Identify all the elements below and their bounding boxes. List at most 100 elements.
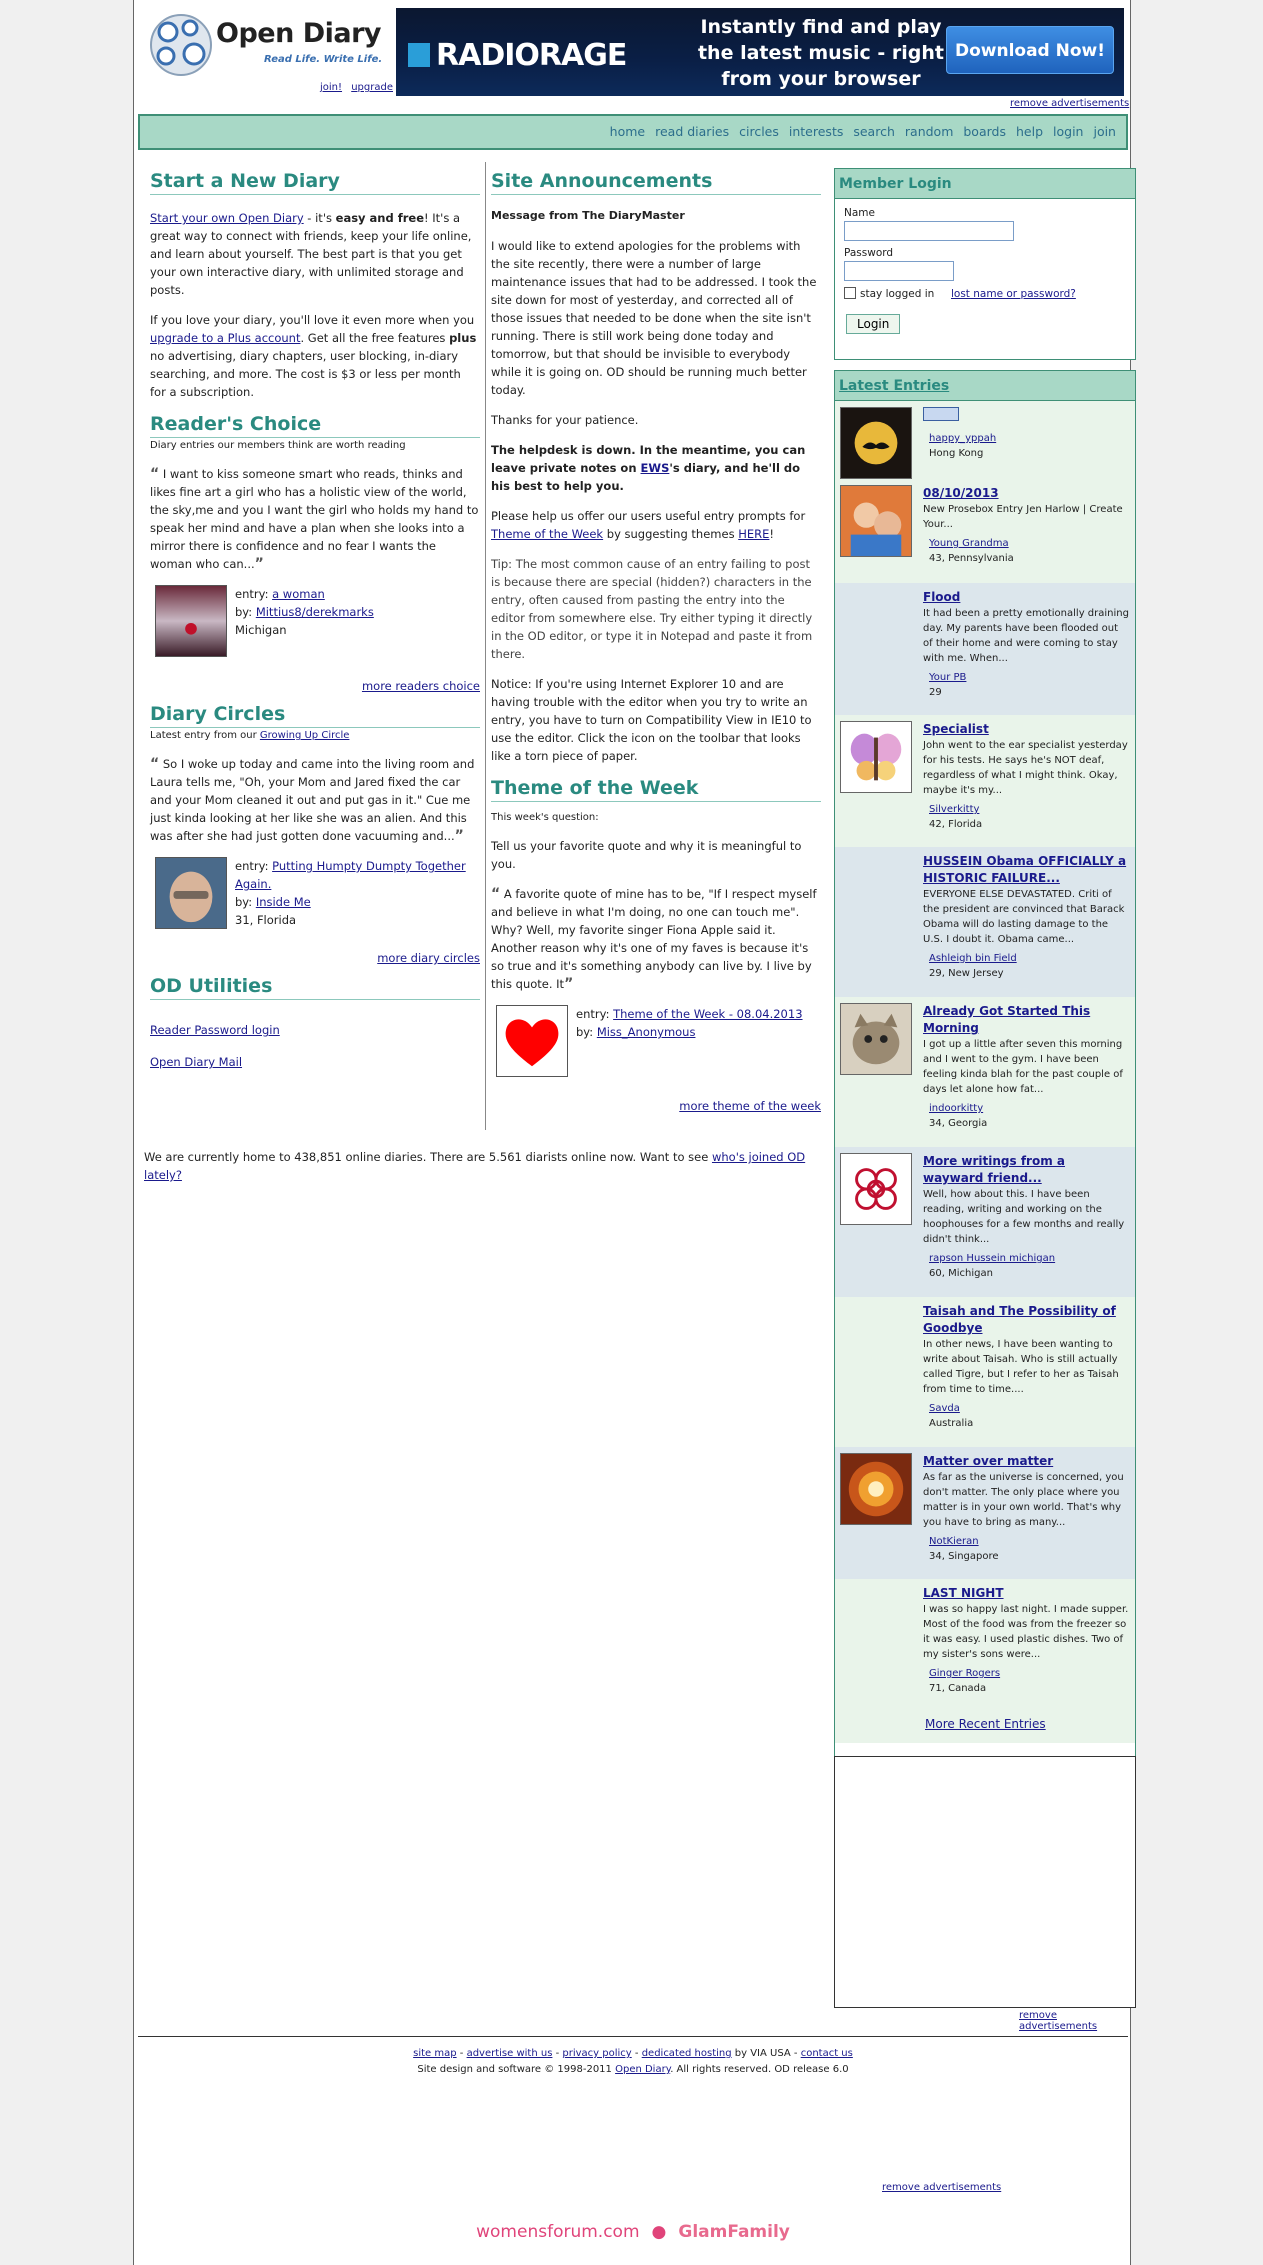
radiorage-banner-ad[interactable]: RADIORAGE Instantly find and play the la… bbox=[396, 8, 1124, 96]
author-link[interactable]: Miss_Anonymous bbox=[597, 1025, 696, 1039]
heart-icon[interactable] bbox=[496, 1005, 568, 1077]
download-now-button[interactable]: Download Now! bbox=[946, 26, 1114, 74]
nav-interests[interactable]: interests bbox=[789, 124, 843, 139]
site-map-link[interactable]: site map bbox=[413, 2048, 456, 2059]
remove-ads-link-top[interactable]: remove advertisements bbox=[1010, 98, 1129, 109]
name-field[interactable] bbox=[844, 221, 1014, 241]
latest-entry-title-link[interactable]: 08/10/2013 bbox=[923, 486, 999, 500]
nav-join[interactable]: join bbox=[1093, 124, 1116, 139]
announcement-p2: Thanks for your patience. bbox=[491, 413, 639, 427]
latest-entry-title-link[interactable]: More writings from a wayward friend... bbox=[923, 1154, 1065, 1185]
nav-circles[interactable]: circles bbox=[739, 124, 779, 139]
latest-entry-author-link[interactable]: happy_yppah bbox=[929, 431, 1129, 446]
nav-random[interactable]: random bbox=[905, 124, 953, 139]
text: . All rights reserved. OD release 6.0 bbox=[670, 2064, 849, 2075]
latest-entry-author-link[interactable]: Ashleigh bin Field bbox=[929, 951, 1129, 966]
latest-entry-title-link[interactable]: HUSSEIN Obama OFFICIALLY a HISTORIC FAIL… bbox=[923, 854, 1126, 885]
dedicated-hosting-link[interactable]: dedicated hosting bbox=[642, 2048, 732, 2059]
entry-line: entry: Theme of the Week - 08.04.2013 bbox=[576, 1005, 826, 1023]
glamfamily-logo[interactable]: GlamFamily bbox=[678, 2222, 790, 2242]
latest-entry-author-link[interactable]: Savda bbox=[929, 1401, 1129, 1416]
utilities-list: Reader Password login Open Diary Mail bbox=[150, 1014, 480, 1078]
latest-entry-title-link[interactable]: Taisah and The Possibility of Goodbye bbox=[923, 1304, 1116, 1335]
womensforum-logo[interactable]: womensforum.com bbox=[476, 2222, 639, 2242]
more-theme-link[interactable]: more theme of the week bbox=[679, 1099, 821, 1113]
latest-entry-title-link[interactable]: Already Got Started This Morning bbox=[923, 1004, 1090, 1035]
reader-password-login-link[interactable]: Reader Password login bbox=[150, 1023, 280, 1037]
privacy-policy-link[interactable]: privacy policy bbox=[562, 2048, 631, 2059]
latest-entry-author-link[interactable]: rapson Hussein michigan bbox=[929, 1251, 1129, 1266]
latest-entries-link[interactable]: Latest Entries bbox=[839, 378, 949, 394]
login-button[interactable]: Login bbox=[846, 314, 901, 334]
latest-entry-title-link[interactable]: Flood bbox=[923, 590, 960, 604]
latest-entry-excerpt: Well, how about this. I have been readin… bbox=[923, 1189, 1125, 1245]
upgrade-plus-link[interactable]: upgrade to a Plus account bbox=[150, 331, 300, 345]
butterfly-icon[interactable] bbox=[840, 721, 912, 793]
password-field[interactable] bbox=[844, 261, 954, 281]
remove-ads-link-bottom[interactable]: remove advertisements bbox=[882, 2182, 1001, 2193]
latest-entry-body: HUSSEIN Obama OFFICIALLY a HISTORIC FAIL… bbox=[923, 853, 1129, 981]
nav-help[interactable]: help bbox=[1016, 124, 1043, 139]
latest-entries-heading: Latest Entries bbox=[835, 371, 1135, 401]
ews-link[interactable]: EWS bbox=[641, 461, 670, 475]
entry-line: entry: Putting Humpty Dumpty Together Ag… bbox=[235, 857, 485, 893]
author-link[interactable]: Mittius8/derekmarks bbox=[256, 605, 374, 619]
growing-up-circle-link[interactable]: Growing Up Circle bbox=[260, 730, 350, 741]
latest-entry-title-link[interactable]: LAST NIGHT bbox=[923, 1586, 1004, 1600]
stay-logged-in-checkbox[interactable] bbox=[844, 287, 856, 299]
join-link[interactable]: join! bbox=[320, 82, 342, 93]
open-quote-icon: “ bbox=[491, 886, 501, 902]
start-diary-link[interactable]: Start your own Open Diary bbox=[150, 211, 304, 225]
upgrade-link[interactable]: upgrade bbox=[351, 82, 393, 93]
entry-link[interactable]: a woman bbox=[272, 587, 325, 601]
mustache-moon-icon[interactable] bbox=[840, 407, 912, 479]
nav-home[interactable]: home bbox=[610, 124, 645, 139]
more-recent-entries-link[interactable]: More Recent Entries bbox=[925, 1717, 1046, 1731]
latest-entry-title-link[interactable]: Specialist bbox=[923, 722, 989, 736]
label: entry: bbox=[235, 859, 273, 873]
quote-text: A favorite quote of mine has to be, "If … bbox=[491, 887, 817, 991]
theme-of-week-link[interactable]: Theme of the Week bbox=[491, 527, 603, 541]
member-login-heading: Member Login bbox=[835, 169, 1135, 199]
latest-entry-author-link[interactable]: indoorkitty bbox=[929, 1101, 1129, 1116]
celtic-knot-icon[interactable] bbox=[840, 1153, 912, 1225]
latest-entry-location: 34, Georgia bbox=[929, 1118, 988, 1129]
latest-entry-title: Already Got Started This Morning bbox=[923, 1003, 1129, 1037]
logo-tagline: Read Life. Write Life. bbox=[264, 54, 383, 65]
nav-login[interactable]: login bbox=[1053, 124, 1083, 139]
text: Latest entry from our bbox=[150, 730, 260, 741]
latest-entry-author-link[interactable]: NotKieran bbox=[929, 1534, 1129, 1549]
latest-entry-author-link[interactable]: Silverkitty bbox=[929, 802, 1129, 817]
sidebar-ad-slot[interactable] bbox=[834, 1756, 1136, 2008]
latest-entry-title-link[interactable]: Matter over matter bbox=[923, 1454, 1053, 1468]
latest-entry-author-link[interactable]: Your PB bbox=[929, 670, 1129, 685]
open-diary-logo[interactable]: Open Diary Read Life. Write Life. bbox=[146, 10, 396, 80]
nav-search[interactable]: search bbox=[853, 124, 895, 139]
here-link[interactable]: HERE bbox=[738, 527, 769, 541]
more-readers-choice-link[interactable]: more readers choice bbox=[362, 679, 480, 693]
entry-meta: entry: Theme of the Week - 08.04.2013 by… bbox=[576, 1005, 826, 1041]
remove-ads-link-right[interactable]: remove advertisements bbox=[1019, 2010, 1130, 2032]
latest-entry-author-link[interactable]: Ginger Rogers bbox=[929, 1666, 1129, 1681]
mandala-icon[interactable] bbox=[840, 1453, 912, 1525]
entry-link[interactable]: Theme of the Week - 08.04.2013 bbox=[613, 1007, 802, 1021]
family-photo-icon[interactable] bbox=[840, 485, 912, 557]
theme-question: Tell us your favorite quote and why it i… bbox=[491, 839, 802, 871]
more-diary-circles-link[interactable]: more diary circles bbox=[377, 951, 480, 965]
entry-thumbnail[interactable] bbox=[155, 585, 227, 657]
advertise-link[interactable]: advertise with us bbox=[467, 2048, 553, 2059]
nav-boards[interactable]: boards bbox=[963, 124, 1006, 139]
contact-us-link[interactable]: contact us bbox=[801, 2048, 853, 2059]
nav-read-diaries[interactable]: read diaries bbox=[655, 124, 729, 139]
text-bold: easy and free bbox=[335, 211, 425, 225]
open-diary-mail-link[interactable]: Open Diary Mail bbox=[150, 1055, 242, 1069]
lost-password-link[interactable]: lost name or password? bbox=[951, 288, 1076, 300]
entry-thumbnail[interactable] bbox=[155, 857, 227, 929]
latest-entry-title: 08/10/2013 bbox=[923, 485, 1129, 502]
theme-quote: “ A favorite quote of mine has to be, "I… bbox=[491, 885, 821, 993]
latest-entry-author-link[interactable]: Young Grandma bbox=[929, 536, 1129, 551]
open-diary-footer-link[interactable]: Open Diary bbox=[615, 2064, 670, 2075]
kitten-icon[interactable] bbox=[840, 1003, 912, 1075]
close-quote-icon: ” bbox=[454, 828, 464, 844]
author-link[interactable]: Inside Me bbox=[256, 895, 311, 909]
